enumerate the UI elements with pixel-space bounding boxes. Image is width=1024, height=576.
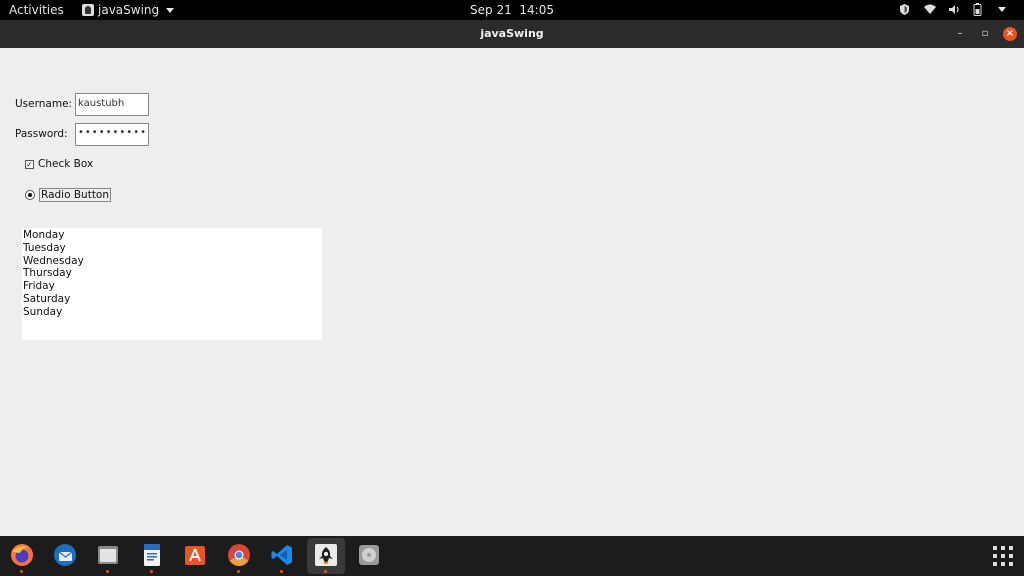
window-content: Username: kaustubh Password: •••••••••••… (0, 48, 1024, 536)
chevron-down-icon[interactable] (998, 7, 1006, 12)
shield-icon[interactable] (898, 3, 911, 16)
list-item[interactable]: Saturday (23, 293, 321, 306)
minimize-button[interactable]: – (953, 27, 967, 41)
close-button[interactable]: × (1003, 27, 1017, 41)
files-icon[interactable] (95, 542, 121, 573)
running-indicator (150, 570, 153, 573)
chrome-icon[interactable] (226, 542, 252, 573)
list-item[interactable]: Thursday (23, 267, 321, 280)
java-icon[interactable] (313, 542, 339, 573)
running-indicator (106, 570, 109, 573)
running-indicator (237, 570, 240, 573)
writer-icon[interactable] (139, 542, 165, 573)
list-item[interactable]: Friday (23, 280, 321, 293)
list-item[interactable]: Wednesday (23, 255, 321, 268)
days-list[interactable]: Monday Tuesday Wednesday Thursday Friday… (22, 228, 322, 340)
checkbox-label: Check Box (38, 158, 94, 170)
volume-icon[interactable] (948, 3, 961, 16)
running-indicator (20, 570, 23, 573)
list-item[interactable]: Sunday (23, 306, 321, 319)
radio-label: Radio Button (39, 188, 112, 202)
username-field[interactable]: kaustubh (75, 93, 149, 116)
checkbox-check-icon[interactable]: ✓ (25, 159, 34, 169)
firefox-icon[interactable] (9, 542, 35, 573)
dock (0, 536, 1024, 576)
thunderbird-icon[interactable] (52, 542, 78, 568)
system-tray[interactable] (898, 3, 1006, 16)
show-applications-icon[interactable] (993, 546, 1013, 566)
radio-selected-icon[interactable] (25, 190, 35, 200)
list-item[interactable]: Monday (23, 229, 321, 242)
clock-time: 14:05 (519, 3, 554, 17)
disc-icon[interactable] (356, 542, 382, 568)
running-indicator (280, 570, 283, 573)
running-indicator (324, 570, 327, 573)
top-bar: Activities javaSwing Sep 21 14:05 (0, 0, 1024, 20)
battery-icon[interactable] (973, 3, 986, 16)
maximize-button[interactable]: ▫ (978, 27, 992, 41)
vscode-icon[interactable] (269, 542, 295, 573)
username-label: Username: (15, 98, 73, 110)
list-item[interactable]: Tuesday (23, 242, 321, 255)
clock-date: Sep 21 (470, 3, 512, 17)
check-box[interactable]: ✓ Check Box (25, 158, 93, 170)
clock[interactable]: Sep 21 14:05 (0, 3, 1024, 17)
window-titlebar[interactable]: javaSwing – ▫ × (0, 20, 1024, 48)
wifi-icon[interactable] (923, 3, 936, 16)
software-icon[interactable] (182, 542, 208, 568)
password-label: Password: (15, 128, 68, 140)
radio-button[interactable]: Radio Button (25, 188, 112, 202)
password-field[interactable]: ••••••••••••• (75, 123, 149, 146)
window-title: javaSwing (480, 27, 544, 40)
